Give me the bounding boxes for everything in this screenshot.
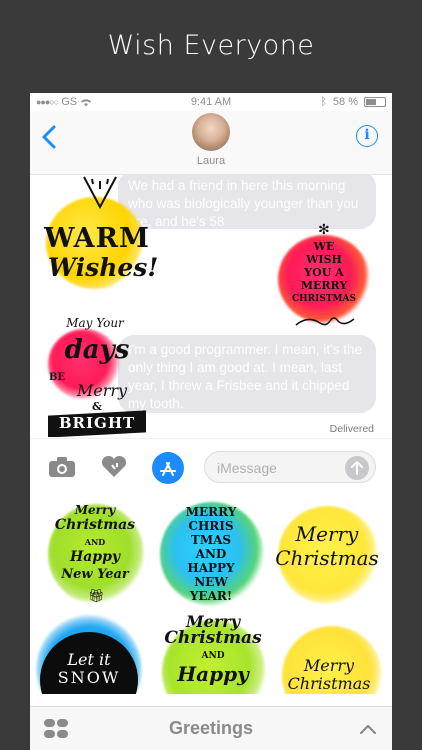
- back-chevron-icon[interactable]: [38, 123, 62, 151]
- sticker-text: Merry: [295, 522, 359, 546]
- sticker-text: BRIGHT: [58, 414, 136, 432]
- sticker-days-bright[interactable]: May Your days BE Merry & BRIGHT: [42, 317, 154, 437]
- sticker-text: Happy: [177, 662, 249, 686]
- camera-button[interactable]: [46, 453, 78, 481]
- message-bubble[interactable]: I'm a good programmer. I mean, it's the …: [118, 335, 376, 413]
- sticker-text: Wishes!: [48, 253, 159, 282]
- message-text: I'm a good programmer. I mean, it's the …: [128, 342, 363, 411]
- sticker-text: TMAS: [190, 533, 232, 547]
- digital-touch-button[interactable]: [98, 453, 130, 481]
- snowflake-icon: ✻: [318, 221, 330, 237]
- battery-icon: [364, 97, 386, 107]
- sticker-text: MERRY: [185, 505, 237, 519]
- sticker-merry-christmas-yellow-2[interactable]: Merry Christmas: [274, 614, 384, 694]
- sticker-text: days: [64, 335, 130, 365]
- conversation-header: Laura i: [30, 111, 392, 175]
- sticker-text: Let it: [67, 650, 111, 669]
- sticker-text: SNOW: [57, 668, 121, 687]
- sticker-text: CHRIS: [188, 519, 234, 533]
- swirl-doodle-icon: [295, 317, 355, 326]
- sticker-text: CHRISTMAS: [292, 294, 356, 304]
- sticker-text: WE: [313, 240, 335, 253]
- headline: Wish Everyone: [107, 30, 315, 61]
- sticker-text: HAPPY: [187, 561, 235, 575]
- imessage-input[interactable]: iMessage: [204, 451, 376, 483]
- sticker-text: May Your: [66, 316, 124, 330]
- sticker-text: Merry: [74, 503, 116, 517]
- sticker-merry-christmas-yellow[interactable]: Merry Christmas: [272, 498, 382, 608]
- sticker-warm-wishes[interactable]: WARM Wishes!: [38, 175, 158, 293]
- sticker-text: Happy: [69, 549, 120, 565]
- sticker-let-it-snow[interactable]: Let it SNOW: [36, 610, 146, 694]
- avatar[interactable]: [192, 113, 230, 151]
- sticker-drawer: Merry Christmas AND Happy New Year 🎁︎ ME…: [30, 494, 392, 694]
- sticker-text: BE: [48, 372, 66, 383]
- send-arrow-icon: [351, 461, 363, 475]
- bluetooth-icon: ᛒ: [320, 96, 327, 108]
- sticker-text: Merry: [303, 656, 355, 675]
- message-input-bar: iMessage: [30, 438, 392, 494]
- send-button[interactable]: [345, 456, 369, 480]
- sticker-text: New Year: [61, 567, 129, 582]
- chevron-up-icon[interactable]: [358, 719, 378, 739]
- contact-name[interactable]: Laura: [30, 155, 392, 167]
- sticker-text: AND: [201, 651, 225, 661]
- battery-percent: 58 %: [332, 96, 358, 108]
- phone-screen: ●●●○○ GS 9:41 AM ᛒ 58 % Laura i We had a…: [30, 93, 392, 750]
- sticker-text: Christmas: [54, 517, 136, 533]
- sticker-text: Christmas: [275, 546, 379, 570]
- sticker-merry-christmas-happy[interactable]: Merry Christmas AND Happy: [158, 610, 268, 694]
- status-bar: ●●●○○ GS 9:41 AM ᛒ 58 %: [30, 93, 392, 111]
- app-store-button[interactable]: [152, 452, 184, 484]
- heart-doodle-icon: [83, 176, 117, 210]
- gift-icon: 🎁︎: [88, 588, 105, 603]
- sticker-text: WARM: [44, 223, 150, 254]
- digital-touch-heart-icon: [101, 455, 127, 477]
- sticker-text: &: [92, 400, 102, 413]
- info-icon[interactable]: i: [356, 125, 378, 147]
- app-drawer-bar: Greetings: [30, 706, 392, 750]
- camera-icon: [49, 457, 75, 477]
- sticker-merry-christmas-new-year[interactable]: MERRY CHRIS TMAS AND HAPPY NEW YEAR!: [156, 498, 266, 608]
- delivered-label: Delivered: [329, 423, 374, 435]
- sticker-text: Christmas: [287, 674, 371, 693]
- sticker-text: NEW: [194, 575, 228, 589]
- sticker-text: YOU A: [304, 266, 344, 279]
- imessage-placeholder: iMessage: [217, 460, 277, 476]
- message-transcript: We had a friend in here this morning who…: [30, 175, 392, 437]
- sticker-text: WISH: [306, 253, 342, 266]
- sticker-text: YEAR!: [189, 589, 233, 603]
- sticker-we-wish[interactable]: ✻ WE WISH YOU A MERRY CHRISTMAS: [276, 221, 376, 333]
- sticker-text: Merry: [76, 381, 128, 400]
- sticker-text: Christmas: [164, 628, 262, 648]
- sticker-text: MERRY: [300, 279, 348, 292]
- app-store-icon: [160, 462, 176, 476]
- sticker-pack-title: Greetings: [168, 718, 254, 738]
- sticker-text: AND: [195, 547, 227, 561]
- sticker-text: AND: [84, 537, 106, 547]
- sticker-merry-christmas-happy-new-year[interactable]: Merry Christmas AND Happy New Year 🎁︎: [40, 498, 150, 608]
